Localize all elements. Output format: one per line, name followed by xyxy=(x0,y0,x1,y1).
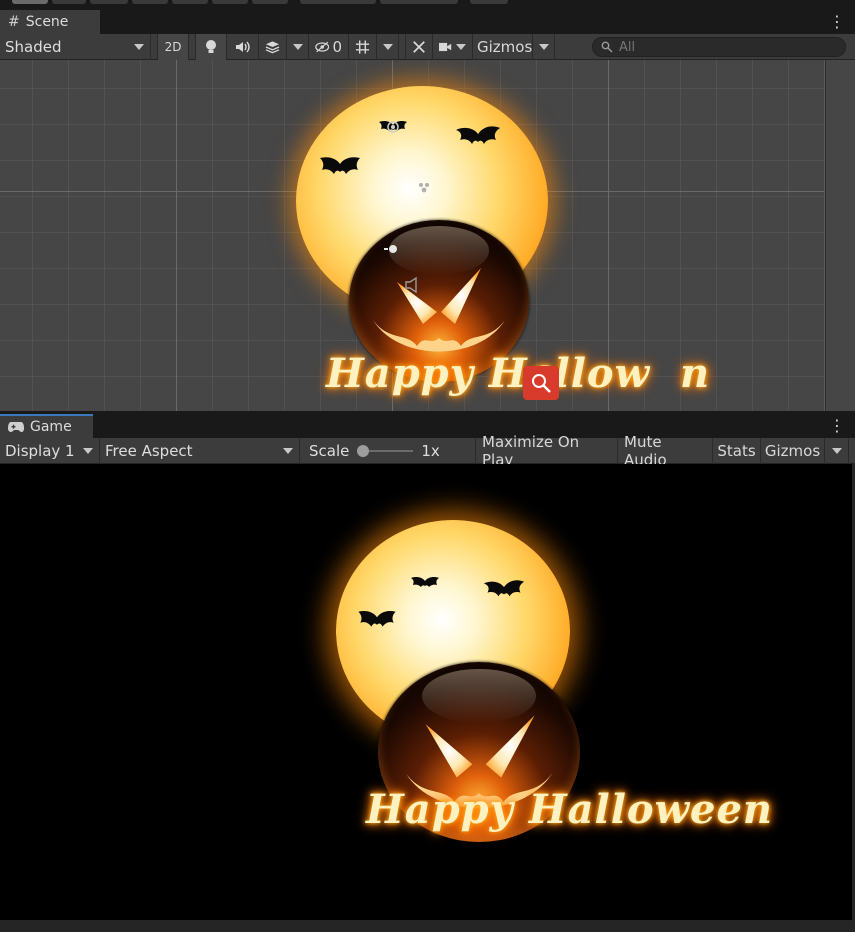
gizmos-dropdown-button[interactable] xyxy=(533,33,555,60)
chevron-down-icon xyxy=(283,447,293,454)
aspect-dropdown[interactable]: Free Aspect xyxy=(100,437,300,464)
grid-hash-icon: # xyxy=(8,14,20,30)
audio-source-gizmo-icon[interactable] xyxy=(404,276,420,297)
scale-control: Scale 1x xyxy=(300,437,476,464)
stats-button[interactable]: Stats xyxy=(713,437,761,464)
scene-panel-menu-icon[interactable]: ⋮ xyxy=(829,13,845,31)
gizmos-button[interactable]: Gizmos xyxy=(473,33,533,60)
draw-mode-dropdown[interactable]: Shaded xyxy=(0,33,151,60)
window-tab-chip[interactable] xyxy=(470,0,508,4)
particle-gizmo-icon[interactable] xyxy=(416,180,432,199)
scale-value: 1x xyxy=(421,441,440,460)
grid-icon xyxy=(355,39,370,54)
scene-search-field[interactable] xyxy=(592,37,846,57)
display-dropdown[interactable]: Display 1 xyxy=(0,437,100,464)
window-tab-chip[interactable] xyxy=(172,0,208,4)
tab-game[interactable]: Game xyxy=(0,414,93,438)
bat-sprite xyxy=(411,577,439,587)
magnifier-icon xyxy=(532,374,551,393)
greeting-scene-text: Happy Hallow xyxy=(326,350,651,397)
eye-slash-icon xyxy=(315,41,330,52)
maximize-on-play-button[interactable]: Maximize On Play xyxy=(476,433,618,469)
window-tab-chip[interactable] xyxy=(12,0,48,4)
scene-toolbar: Shaded 2D 0 Gizmos xyxy=(0,33,855,60)
window-tab-chip[interactable] xyxy=(380,0,458,4)
layers-effects-icon xyxy=(265,40,280,53)
tab-scene[interactable]: # Scene xyxy=(0,10,100,34)
chevron-down-icon xyxy=(383,43,393,50)
grid-toggle-button[interactable] xyxy=(349,33,377,60)
tab-scene-label: Scene xyxy=(25,14,69,30)
audio-toggle-button[interactable] xyxy=(227,33,259,60)
effects-button[interactable] xyxy=(259,33,287,60)
scale-slider-thumb[interactable] xyxy=(357,444,370,457)
chevron-down-icon xyxy=(134,43,144,50)
display-value: Display 1 xyxy=(5,441,75,460)
search-icon xyxy=(601,41,613,53)
bat-sprite[interactable] xyxy=(454,122,502,150)
gamepad-icon xyxy=(8,422,24,432)
lighting-toggle-button[interactable] xyxy=(195,33,227,60)
chevron-down-icon xyxy=(293,43,303,50)
toggle-2d-label: 2D xyxy=(164,39,182,54)
bat-sprite xyxy=(483,580,525,597)
bat-sprite xyxy=(358,611,396,627)
mute-audio-button[interactable]: Mute Audio xyxy=(618,433,713,469)
speaker-icon xyxy=(235,41,250,52)
effects-dropdown-button[interactable] xyxy=(287,33,309,60)
game-gizmos-dropdown-button[interactable] xyxy=(825,437,849,464)
stats-label: Stats xyxy=(717,441,756,460)
window-tab-chip[interactable] xyxy=(212,0,248,4)
chevron-down-icon xyxy=(539,43,549,50)
game-toolbar: Display 1 Free Aspect Scale 1x Maximize … xyxy=(0,433,855,469)
hidden-objects-toggle[interactable]: 0 xyxy=(309,33,349,60)
window-tab-chip[interactable] xyxy=(52,0,86,4)
greeting-game-text: Happy Halloween xyxy=(366,786,774,833)
bat-sprite[interactable] xyxy=(318,154,362,182)
video-camera-icon xyxy=(439,42,452,51)
gizmos-label: Gizmos xyxy=(477,37,533,56)
camera-settings-button[interactable] xyxy=(433,33,473,60)
draw-mode-value: Shaded xyxy=(5,37,62,56)
window-tab-chip[interactable] xyxy=(132,0,168,4)
game-tab-bar: Game ⋮ xyxy=(0,414,855,438)
component-tools-button[interactable] xyxy=(405,33,433,60)
lightbulb-icon xyxy=(206,39,216,53)
game-panel-menu-icon[interactable]: ⋮ xyxy=(829,417,845,435)
camera-gizmo-icon[interactable] xyxy=(386,120,400,137)
scene-tab-bar: # Scene ⋮ xyxy=(0,10,855,34)
sun-gizmo-icon[interactable] xyxy=(384,242,402,259)
toggle-2d-button[interactable]: 2D xyxy=(157,33,189,60)
grid-axis-line xyxy=(176,60,177,411)
selection-search-gizmo[interactable] xyxy=(523,366,559,400)
scene-right-edge xyxy=(825,60,855,411)
scale-slider[interactable] xyxy=(357,444,414,458)
top-window-strip xyxy=(0,0,855,10)
scene-search-input[interactable] xyxy=(619,39,819,55)
game-viewport[interactable]: Happy Halloween xyxy=(0,464,852,920)
grid-dropdown-button[interactable] xyxy=(377,33,399,60)
game-gizmos-label: Gizmos xyxy=(764,441,821,460)
game-gizmos-button[interactable]: Gizmos xyxy=(761,437,825,464)
scale-label: Scale xyxy=(309,441,350,460)
tab-game-label: Game xyxy=(30,419,72,435)
bottom-status-strip xyxy=(0,920,855,932)
window-tab-chip[interactable] xyxy=(300,0,376,4)
chevron-down-icon xyxy=(832,447,842,454)
scene-viewport[interactable]: Happy Hallow n xyxy=(0,60,855,411)
hidden-count: 0 xyxy=(332,37,342,56)
chevron-down-icon xyxy=(83,447,93,454)
chevron-down-icon xyxy=(456,43,466,50)
happy-halloween-text-sprite[interactable]: Happy Hallow n xyxy=(326,350,710,397)
window-tab-chip[interactable] xyxy=(90,0,128,4)
greeting-scene-tail: n xyxy=(680,350,711,397)
window-tab-chip[interactable] xyxy=(252,0,288,4)
aspect-value: Free Aspect xyxy=(105,441,193,460)
happy-halloween-text-sprite: Happy Halloween xyxy=(366,786,773,833)
tools-icon xyxy=(413,40,425,53)
